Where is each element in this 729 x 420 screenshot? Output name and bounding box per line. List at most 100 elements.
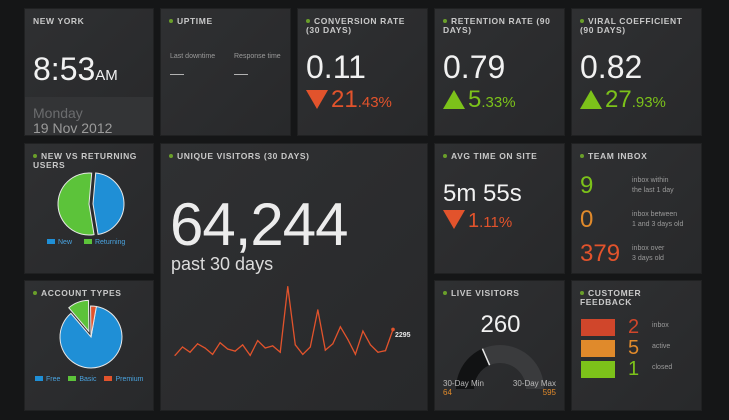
conversion-delta-int: 21 [331, 86, 358, 113]
visitors-line-point [204, 347, 206, 349]
visitors-line-point [354, 353, 357, 355]
visitors-line-point [391, 327, 395, 332]
conversion-delta: 21.43% [306, 86, 392, 114]
last-downtime-label: Last downtime [170, 53, 216, 60]
visitors-line-point [362, 330, 364, 332]
gauge-max-value: 595 [542, 388, 556, 397]
visitors-line-point [317, 309, 319, 311]
visitors-line-point [264, 347, 266, 349]
inbox-label: inbox between 1 and 3 days old [632, 210, 683, 230]
feedback-title: CUSTOMER FEEDBACK [580, 288, 642, 307]
visitors-line-point [181, 346, 184, 348]
visitors-line-point [189, 351, 191, 353]
avg-time-delta-dec: .11% [479, 214, 513, 231]
visitors-line-point [196, 343, 199, 345]
conversion-tile: CONVERSION RATE (30 DAYS) 0.11 21.43% [297, 8, 428, 136]
visitors-line-point [294, 344, 296, 346]
clock-time: 8:53AM [33, 51, 118, 88]
status-dot-icon [443, 154, 447, 158]
live-visitors-value: 260 [480, 311, 521, 338]
conversion-value: 0.11 [306, 49, 366, 85]
new-returning-title: NEW VS RETURNING USERS [33, 151, 138, 170]
avg-time-delta-int: 1 [468, 210, 480, 232]
trend-up-icon [443, 90, 465, 109]
gauge-max-label: 30-Day Max [512, 379, 556, 388]
inbox-row: 9 inbox within the last 1 day [572, 172, 701, 202]
feedback-label: inbox [652, 322, 669, 329]
inbox-label-line: inbox within [632, 177, 669, 184]
visitors-line-point [302, 353, 304, 355]
visitors-line-point [347, 338, 349, 341]
trend-down-icon [306, 90, 328, 109]
retention-title: RETENTION RATE (90 DAYS) [443, 16, 551, 35]
response-time-value: — [234, 65, 248, 81]
status-dot-icon [580, 291, 584, 295]
inbox-label-line: 3 days old [632, 255, 664, 262]
retention-delta-dec: .33% [481, 94, 516, 111]
feedback-bar-inbox [581, 319, 615, 336]
visitors-line-point [257, 339, 259, 342]
visitors-line-point [339, 326, 341, 328]
account-types-title: ACCOUNT TYPES [41, 288, 122, 298]
visitors-line-point [219, 342, 221, 344]
retention-delta-int: 5 [468, 86, 482, 113]
visitors-line-point [324, 349, 326, 351]
conversion-delta-dec: .43% [357, 94, 392, 111]
status-dot-icon [33, 291, 37, 295]
account-types-tile: ACCOUNT TYPES Free Basic Premium [24, 280, 154, 411]
viral-value: 0.82 [580, 49, 643, 85]
clock-weekday: Monday [33, 105, 83, 121]
new-returning-legend: New Returning [47, 239, 135, 246]
trend-down-icon [443, 210, 465, 229]
unique-visitors-subtitle: past 30 days [171, 254, 274, 274]
visitors-line-point [287, 285, 289, 288]
gauge-min-value: 64 [443, 388, 452, 397]
viral-delta-int: 27 [605, 86, 632, 113]
status-dot-icon [33, 154, 37, 158]
live-visitors-tile: LIVE VISITORS 260 30-Day Min 64 30-Day M… [434, 280, 565, 411]
retention-delta: 5.33% [443, 86, 516, 114]
legend-new: New [58, 239, 73, 246]
legend-free: Free [46, 376, 61, 383]
viral-tile: VIRAL COEFFICIENT (90 DAYS) 0.82 27.93% [571, 8, 702, 136]
conversion-title: CONVERSION RATE (30 DAYS) [306, 16, 406, 35]
legend-basic: Basic [79, 376, 97, 383]
clock-title: NEW YORK [33, 16, 85, 26]
retention-tile: RETENTION RATE (90 DAYS) 0.79 5.33% [434, 8, 565, 136]
account-types-pie-chart [59, 299, 123, 369]
unique-visitors-tile: UNIQUE VISITORS (30 DAYS) 64,244 past 30… [160, 143, 428, 411]
unique-visitors-last-value: 2295 [395, 332, 411, 339]
inbox-label-line: inbox over [632, 245, 665, 252]
visitors-line-point [377, 351, 379, 353]
uptime-title: UPTIME [177, 16, 213, 26]
viral-delta-dec: .93% [631, 94, 666, 111]
gauge-min-label: 30-Day Min [443, 379, 484, 388]
legend-swatch-returning [83, 239, 92, 244]
status-dot-icon [443, 19, 447, 23]
inbox-label-line: the last 1 day [632, 187, 674, 194]
status-dot-icon [580, 19, 584, 23]
feedback-count: 5 [628, 337, 640, 359]
new-returning-tile: NEW VS RETURNING USERS New Returning [24, 143, 154, 274]
account-types-legend: Free Basic Premium [35, 376, 143, 383]
unique-visitors-title: UNIQUE VISITORS (30 DAYS) [177, 151, 310, 161]
new-returning-pie-chart [57, 172, 125, 236]
visitors-line-point [227, 348, 229, 350]
inbox-row: 379 inbox over 3 days old [572, 240, 701, 270]
unique-visitors-value: 64,244 [170, 191, 349, 258]
visitors-line-point [211, 353, 214, 355]
clock-ampm: AM [95, 67, 118, 84]
team-inbox-title: TEAM INBOX [588, 151, 648, 161]
pie-slice-new [92, 172, 125, 236]
legend-returning: Returning [94, 239, 126, 246]
legend-swatch-basic [68, 376, 77, 381]
legend-swatch-premium [104, 376, 113, 381]
visitors-line-point [242, 344, 244, 346]
retention-value: 0.79 [443, 49, 506, 85]
avg-time-title: AVG TIME ON SITE [451, 151, 538, 161]
visitors-line-point [369, 344, 372, 346]
visitors-line-point [249, 354, 251, 357]
feedback-tile: CUSTOMER FEEDBACK 2 inbox 5 active 1 closed [571, 280, 702, 411]
inbox-count: 0 [580, 206, 594, 233]
feedback-count: 1 [628, 358, 640, 380]
